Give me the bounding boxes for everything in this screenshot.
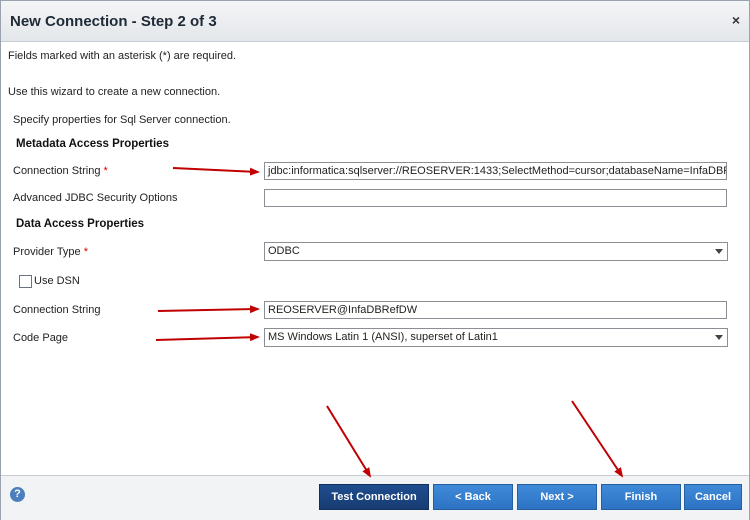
chevron-down-icon [715,335,723,340]
code-page-label: Code Page [13,332,69,344]
provider-type-select[interactable]: ODBC [264,242,728,261]
use-dsn-label: Use DSN [34,275,80,287]
required-asterisk: * [83,246,89,258]
data-connection-string-input[interactable]: REOSERVER@InfaDBRefDW [264,301,727,319]
code-page-value: MS Windows Latin 1 (ANSI), superset of L… [268,331,498,343]
help-icon[interactable]: ? [10,487,25,502]
jdbc-security-input[interactable] [264,189,727,207]
required-asterisk: * [103,165,108,177]
code-page-select[interactable]: MS Windows Latin 1 (ANSI), superset of L… [264,328,728,347]
intro-text: Use this wizard to create a new connecti… [8,86,221,98]
back-button[interactable]: < Back [433,484,513,510]
metadata-heading: Metadata Access Properties [16,138,169,150]
metadata-connection-string-label: Connection String * [13,165,108,177]
specify-text: Specify properties for Sql Server connec… [13,114,231,126]
provider-type-label: Provider Type * [13,246,88,258]
required-note: Fields marked with an asterisk (*) are r… [8,50,237,62]
next-button[interactable]: Next > [517,484,597,510]
title-bar: New Connection - Step 2 of 3 × [1,1,749,42]
dialog-title: New Connection - Step 2 of 3 [10,13,217,30]
label-text: Connection String [13,165,101,177]
finish-button[interactable]: Finish [601,484,681,510]
chevron-down-icon [715,249,723,254]
jdbc-security-label: Advanced JDBC Security Options [13,192,178,204]
data-connection-string-label: Connection String [13,304,101,316]
data-access-heading: Data Access Properties [16,218,145,230]
label-text: Provider Type [13,246,81,258]
cancel-button[interactable]: Cancel [684,484,742,510]
provider-type-value: ODBC [268,245,300,257]
new-connection-dialog: New Connection - Step 2 of 3 × Fields ma… [0,0,750,520]
use-dsn-checkbox[interactable] [19,275,32,288]
test-connection-button[interactable]: Test Connection [319,484,429,510]
metadata-connection-string-input[interactable]: jdbc:informatica:sqlserver://REOSERVER:1… [264,162,727,180]
close-icon[interactable]: × [732,12,740,28]
